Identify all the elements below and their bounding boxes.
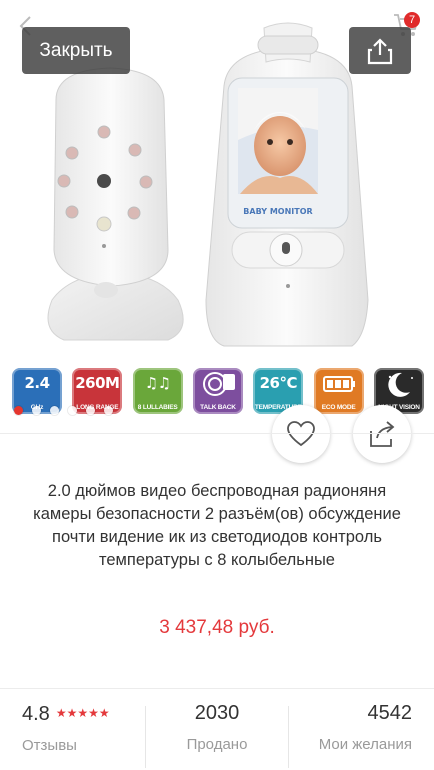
feature-badge: ECO MODE <box>313 368 364 414</box>
wishlist-stat[interactable]: 4542 Мои желания <box>290 700 412 770</box>
heart-icon <box>287 421 315 447</box>
product-gallery[interactable]: BABY MONITOR 7 Закрыть 2.4 GHz 260M LONG… <box>0 0 434 420</box>
close-button[interactable]: Закрыть <box>22 27 130 74</box>
pagination-dot[interactable] <box>14 406 23 415</box>
rating-number: 4.8 <box>22 703 50 725</box>
share-arrow-icon <box>370 421 395 447</box>
sold-count: 2030 <box>194 702 240 724</box>
rating-value: 4.8 ★★★★★ <box>22 700 142 727</box>
battery-icon <box>322 376 355 392</box>
feature-badge: ♫♫ 8 LULLABIES <box>132 368 183 414</box>
pagination-dot[interactable] <box>86 406 95 415</box>
feature-text: 2.4 <box>24 374 50 392</box>
feature-caption: TALK BACK <box>200 404 236 411</box>
product-stats: 4.8 ★★★★★ Отзывы 2030 Продано 4542 Мои же… <box>0 700 434 770</box>
add-to-wishlist-button[interactable] <box>272 405 330 463</box>
divider <box>0 433 434 434</box>
pagination-dot[interactable] <box>50 406 59 415</box>
share-product-button[interactable] <box>353 405 411 463</box>
pagination-dot[interactable] <box>104 406 113 415</box>
share-button[interactable] <box>349 27 411 74</box>
camera-unit <box>47 67 184 341</box>
parent-unit: BABY MONITOR <box>205 22 369 347</box>
screen-label: BABY MONITOR <box>243 207 312 216</box>
feature-caption: 8 LULLABIES <box>137 404 178 411</box>
sold-stat: 2030 Продано <box>148 700 286 770</box>
gallery-pagination[interactable] <box>14 406 113 415</box>
product-title: 2.0 дюймов видео беспроводная радионяня … <box>33 482 401 569</box>
reviews-label: Отзывы <box>22 737 77 754</box>
product-price: 3 437,48 руб. <box>159 617 275 638</box>
wishlist-count: 4542 <box>367 702 413 724</box>
cart-count-badge: 7 <box>404 12 420 28</box>
divider <box>145 706 146 768</box>
divider <box>288 706 289 768</box>
feature-caption: ECO MODE <box>321 404 356 411</box>
divider <box>0 688 434 689</box>
wishlist-label: Мои желания <box>318 736 412 753</box>
sold-label: Продано <box>186 736 248 753</box>
pagination-dot[interactable] <box>68 406 77 415</box>
rating-stars: ★★★★★ <box>55 706 110 720</box>
feature-text: 26°C <box>259 374 298 392</box>
feature-text: 260M <box>75 374 120 392</box>
share-icon <box>367 37 393 64</box>
feature-text: ♫♫ <box>144 374 171 392</box>
talk-back-icon <box>202 372 235 396</box>
feature-badge: TALK BACK <box>192 368 243 414</box>
reviews-stat[interactable]: 4.8 ★★★★★ Отзывы <box>22 700 142 770</box>
moon-icon <box>388 372 413 397</box>
pagination-dot[interactable] <box>32 406 41 415</box>
